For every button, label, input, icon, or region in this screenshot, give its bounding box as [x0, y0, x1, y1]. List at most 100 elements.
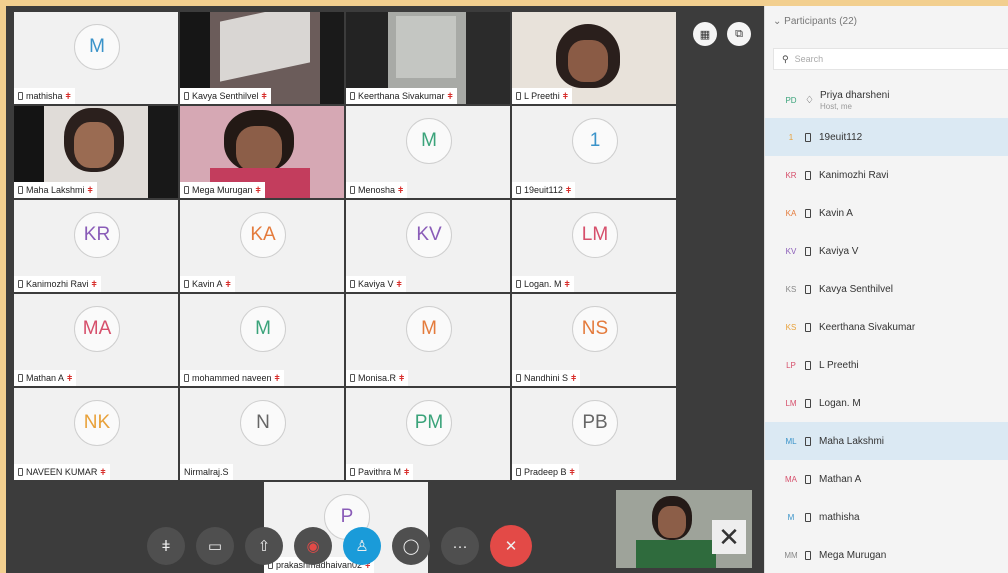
leave-button[interactable]: ✕ [490, 525, 532, 567]
participant-row[interactable]: MA Mathan A [765, 460, 1008, 498]
video-button[interactable]: ▭ [196, 527, 234, 565]
participant-tile[interactable]: KA Kavin Aǂ [180, 200, 344, 292]
participant-name: mathisha [819, 511, 860, 523]
avatar: KR [785, 170, 797, 180]
participants-button[interactable]: ♙ [343, 527, 381, 565]
muted-mic-icon: ǂ [255, 185, 261, 195]
more-icon: ··· [452, 537, 468, 555]
chat-icon: ◯ [402, 538, 420, 555]
device-icon [516, 186, 521, 194]
participant-name: Pradeep B [524, 467, 567, 477]
participant-name: Nandhini S [524, 373, 569, 383]
device-icon [805, 360, 811, 370]
participant-video-tile[interactable]: Keerthana Sivakumar ǂ [346, 12, 510, 104]
participant-tile[interactable]: 1 19euit112 ǂ [512, 106, 676, 198]
device-icon [350, 374, 355, 382]
participant-tile[interactable]: MA Mathan Aǂ [14, 294, 178, 386]
participant-video-tile[interactable]: L Preethi ǂ [512, 12, 676, 104]
muted-mic-icon: ǂ [565, 185, 572, 195]
avatar: LM [572, 212, 618, 258]
participant-row[interactable]: ML Maha Lakshmi [765, 422, 1008, 460]
participant-name: Maha Lakshmi [26, 185, 85, 195]
participant-row[interactable]: KR Kanimozhi Ravi [765, 156, 1008, 194]
participant-row[interactable]: LM Logan. M [765, 384, 1008, 422]
participant-video-tile[interactable]: Maha Lakshmi ǂ [14, 106, 178, 198]
muted-mic-icon: ǂ [562, 91, 568, 101]
avatar: PD [785, 95, 797, 105]
participant-video-tile[interactable]: Mega Murugan ǂ [180, 106, 344, 198]
participant-name: Logan. M [819, 397, 861, 409]
participant-tile[interactable]: M Menosha ǂ [346, 106, 510, 198]
participant-name: L Preethi [524, 91, 560, 101]
participant-tile[interactable]: KR Kanimozhi Ravi ǂ [14, 200, 178, 292]
participant-name: Mega Murugan [819, 549, 887, 561]
participant-name: NAVEEN KUMAR [26, 467, 98, 477]
search-icon: ⚲ [782, 53, 789, 64]
device-icon [184, 280, 189, 288]
search-placeholder: Search [794, 54, 824, 64]
muted-mic-icon: ǂ [225, 279, 231, 289]
muted-mic-icon: ǂ [87, 185, 93, 195]
avatar: KV [406, 212, 452, 258]
device-icon [805, 284, 811, 294]
participant-video-tile[interactable]: Kavya Senthilvel ǂ [180, 12, 344, 104]
participant-tile[interactable]: M mohammed naveen ǂ [180, 294, 344, 386]
device-icon [805, 208, 811, 218]
participant-tile[interactable]: M mathisha ǂ [14, 12, 178, 104]
participant-row[interactable]: Mmathisha [765, 498, 1008, 536]
participant-row-host[interactable]: PD ♢ Priya dharsheni Host, me [765, 80, 1008, 120]
more-button[interactable]: ··· [441, 527, 479, 565]
participant-name: Mathan A [26, 373, 65, 383]
mute-button[interactable]: ǂ [147, 527, 185, 565]
participant-tile[interactable]: KV Kaviya Vǂ [346, 200, 510, 292]
muted-mic-icon: ǂ [261, 91, 267, 101]
participant-tile[interactable]: PB Pradeep Bǂ [512, 388, 676, 480]
record-button[interactable]: ◉ [294, 527, 332, 565]
self-view[interactable]: ✕ [616, 490, 752, 568]
device-icon [805, 132, 811, 142]
avatar: M [240, 306, 286, 352]
avatar: NS [572, 306, 618, 352]
participant-row[interactable]: KS Keerthana Sivakumar [765, 308, 1008, 346]
participant-row[interactable]: KA Kavin A [765, 194, 1008, 232]
video-feed [220, 12, 310, 82]
participant-tile[interactable]: LM Logan. Mǂ [512, 200, 676, 292]
close-icon[interactable]: ✕ [712, 520, 746, 554]
participant-tile[interactable]: PM Pavithra Mǂ [346, 388, 510, 480]
device-icon [350, 186, 355, 194]
device-icon [18, 280, 23, 288]
participant-tile[interactable]: N Nirmalraj.S [180, 388, 344, 480]
participant-row[interactable]: KS Kavya Senthilvel [765, 270, 1008, 308]
avatar: KS [785, 322, 797, 332]
participant-tile[interactable]: NS Nandhini Sǂ [512, 294, 676, 386]
participant-row[interactable]: KV Kaviya V [765, 232, 1008, 270]
participant-tile[interactable]: M Monisa.R ǂ [346, 294, 510, 386]
muted-mic-icon: ǂ [399, 373, 405, 383]
device-icon [18, 92, 23, 100]
avatar: LP [786, 360, 796, 370]
device-icon [350, 92, 355, 100]
meeting-window: M mathisha ǂ Kavya Senthilvel ǂ Keerthana … [6, 6, 1008, 573]
participant-tile[interactable]: NK NAVEEN KUMAR ǂ [14, 388, 178, 480]
avatar: MM [784, 550, 798, 560]
participant-row[interactable]: LP L Preethi [765, 346, 1008, 384]
device-icon [805, 170, 811, 180]
avatar: MA [785, 474, 797, 484]
panel-header[interactable]: ⌄ Participants (22) [773, 16, 857, 27]
avatar: KV [785, 246, 797, 256]
share-button[interactable]: ⇧ [245, 527, 283, 565]
record-icon: ◉ [306, 538, 320, 555]
avatar: KA [240, 212, 286, 258]
participant-row[interactable]: 1 19euit112 [765, 118, 1008, 156]
device-icon [350, 468, 355, 476]
device-icon [516, 374, 521, 382]
participant-name: 19euit112 [524, 185, 563, 195]
grid-layout-icon[interactable]: ▦ [693, 22, 717, 46]
participant-row[interactable]: MM Mega Murugan [765, 536, 1008, 573]
participant-search-input[interactable]: ⚲ Search [773, 48, 1008, 70]
panel-title: Participants (22) [784, 16, 857, 27]
chat-button[interactable]: ◯ [392, 527, 430, 565]
participant-name: Maha Lakshmi [819, 435, 885, 447]
muted-mic-icon: ǂ [91, 279, 97, 289]
popout-icon[interactable]: ⧉ [727, 22, 751, 46]
